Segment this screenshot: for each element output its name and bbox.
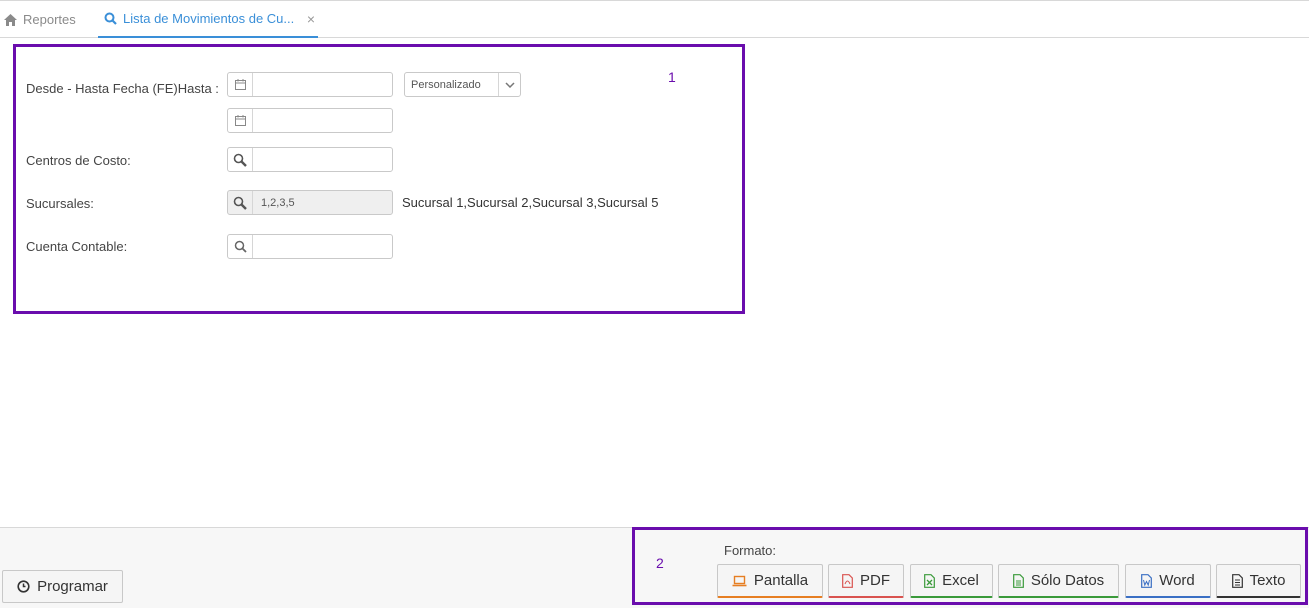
file-excel-icon bbox=[924, 573, 936, 588]
close-icon[interactable]: × bbox=[307, 11, 315, 27]
tab-bar: Reportes Lista de Movimientos de Cu... × bbox=[0, 0, 1309, 38]
texto-button[interactable]: Texto bbox=[1216, 564, 1301, 598]
branches-value: 1,2,3,5 bbox=[261, 196, 295, 209]
file-pdf-icon bbox=[842, 573, 853, 588]
range-select-value: Personalizado bbox=[411, 78, 481, 91]
laptop-icon bbox=[732, 575, 747, 587]
lookup-icon[interactable] bbox=[228, 148, 253, 171]
solo-datos-button[interactable]: Sólo Datos bbox=[998, 564, 1119, 598]
word-label: Word bbox=[1159, 572, 1195, 589]
tab-reportes-label: Reportes bbox=[23, 12, 76, 27]
tab-lista-movimientos[interactable]: Lista de Movimientos de Cu... × bbox=[98, 1, 318, 38]
file-data-icon bbox=[1012, 573, 1024, 588]
format-label: Formato: bbox=[724, 543, 777, 558]
calendar-icon[interactable] bbox=[228, 73, 253, 96]
account-field[interactable] bbox=[227, 234, 393, 259]
range-select[interactable]: Personalizado bbox=[404, 72, 521, 97]
programar-button[interactable]: Programar bbox=[2, 570, 123, 603]
lookup-icon[interactable] bbox=[228, 191, 253, 214]
excel-button[interactable]: Excel bbox=[910, 564, 993, 598]
clock-icon bbox=[17, 580, 30, 593]
pantalla-button[interactable]: Pantalla bbox=[717, 564, 823, 598]
tab-reportes[interactable]: Reportes bbox=[2, 1, 76, 38]
pdf-label: PDF bbox=[860, 572, 890, 589]
pdf-button[interactable]: PDF bbox=[828, 564, 904, 598]
account-label: Cuenta Contable: bbox=[26, 239, 128, 254]
annotation-marker-2: 2 bbox=[656, 555, 664, 571]
file-text-icon bbox=[1231, 573, 1243, 588]
branches-description: Sucursal 1,Sucursal 2,Sucursal 3,Sucursa… bbox=[402, 195, 659, 210]
branches-label: Sucursales: bbox=[26, 196, 94, 211]
branches-field[interactable]: 1,2,3,5 bbox=[227, 190, 393, 215]
search-icon bbox=[102, 12, 118, 25]
calendar-icon[interactable] bbox=[228, 109, 253, 132]
cost-center-label: Centros de Costo: bbox=[26, 153, 131, 168]
tab-lista-label: Lista de Movimientos de Cu... bbox=[123, 11, 295, 26]
home-icon bbox=[2, 13, 18, 26]
word-button[interactable]: Word bbox=[1125, 564, 1211, 598]
date-range-label: Desde - Hasta Fecha (FE)Hasta : bbox=[26, 81, 219, 96]
programar-label: Programar bbox=[37, 578, 108, 595]
date-to-field[interactable] bbox=[227, 108, 393, 133]
texto-label: Texto bbox=[1249, 572, 1286, 589]
cost-center-field[interactable] bbox=[227, 147, 393, 172]
date-from-field[interactable] bbox=[227, 72, 393, 97]
annotation-marker-1: 1 bbox=[668, 69, 676, 85]
pantalla-label: Pantalla bbox=[753, 572, 809, 589]
search-icon[interactable] bbox=[228, 235, 253, 258]
file-word-icon bbox=[1141, 573, 1153, 588]
solo-datos-label: Sólo Datos bbox=[1030, 572, 1105, 589]
chevron-down-icon bbox=[498, 73, 520, 96]
excel-label: Excel bbox=[942, 572, 979, 589]
